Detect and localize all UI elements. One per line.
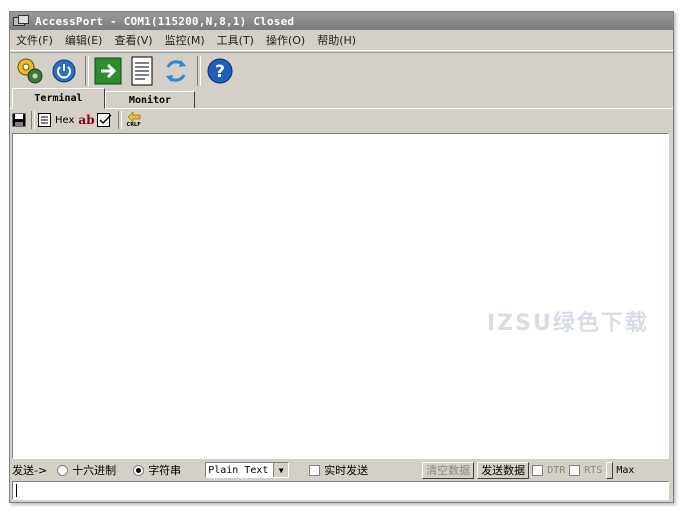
tab-monitor[interactable]: Monitor — [105, 91, 195, 109]
menu-view[interactable]: 查看(V) — [108, 32, 158, 48]
menu-bar: 文件(F) 编辑(E) 查看(V) 监控(M) 工具(T) 操作(O) 帮助(H… — [10, 30, 673, 51]
menu-operate[interactable]: 操作(O) — [260, 32, 311, 48]
realtime-label: 实时发送 — [324, 464, 369, 477]
send-input[interactable] — [12, 481, 669, 500]
arrow-right-icon — [94, 57, 122, 85]
document-icon — [131, 56, 153, 86]
format-select[interactable]: Plain Text ▼ — [205, 462, 290, 478]
clear-data-button[interactable]: 清空数据 — [422, 461, 475, 479]
gears-icon — [17, 58, 43, 84]
send-label: 发送-> — [12, 464, 48, 477]
power-icon — [52, 59, 76, 83]
refresh-icon — [166, 60, 186, 82]
hex-grid-icon — [38, 113, 51, 127]
tab-strip: Terminal Monitor — [10, 88, 673, 109]
menu-file[interactable]: 文件(F) — [10, 32, 59, 48]
menu-help[interactable]: 帮助(H) — [311, 32, 362, 48]
menu-edit[interactable]: 编辑(E) — [59, 32, 109, 48]
edit-check-icon — [96, 113, 112, 127]
title-bar[interactable]: AccessPort - COM1(115200,N,8,1) Closed — [10, 12, 673, 30]
document-button[interactable] — [126, 55, 158, 87]
splitter-handle[interactable] — [606, 461, 614, 479]
crlf-button[interactable]: CRLF — [125, 110, 143, 130]
toolbar-separator — [197, 56, 201, 86]
send-file-button[interactable] — [92, 55, 124, 87]
string-radio-label: 字符串 — [148, 464, 182, 477]
help-icon: ? — [207, 58, 233, 84]
toolbar-separator — [117, 111, 122, 129]
save-button[interactable] — [12, 110, 26, 130]
text-caret — [16, 484, 17, 497]
ab-label: ab — [78, 113, 95, 127]
hex-radio-label: 十六进制 — [72, 464, 117, 477]
crlf-arrow-icon — [127, 112, 140, 122]
hex-label: Hex — [55, 114, 75, 126]
refresh-button[interactable] — [160, 55, 192, 87]
power-button[interactable] — [48, 55, 80, 87]
settings-button[interactable] — [14, 55, 46, 87]
dtr-label: DTR — [547, 464, 566, 476]
max-label: Max — [616, 464, 635, 476]
crlf-label: CRLF — [126, 122, 141, 128]
terminal-output[interactable] — [12, 133, 669, 459]
format-select-value: Plain Text — [208, 464, 269, 476]
save-icon — [12, 113, 26, 127]
watermark: IZSU绿色下载 — [487, 311, 649, 336]
svg-text:?: ? — [215, 62, 225, 82]
main-toolbar: ? — [10, 52, 673, 89]
hex-radio[interactable] — [57, 464, 69, 476]
tab-terminal[interactable]: Terminal — [12, 88, 105, 109]
realtime-checkbox[interactable] — [309, 464, 321, 476]
window-title: AccessPort - COM1(115200,N,8,1) Closed — [35, 14, 295, 28]
send-bar: 发送-> 十六进制 字符串 Plain Text ▼ 实时发送 清空数据 发送数… — [10, 460, 673, 480]
rts-label: RTS — [584, 464, 603, 476]
dtr-checkbox[interactable] — [532, 464, 544, 476]
menu-tools[interactable]: 工具(T) — [211, 32, 260, 48]
app-icon — [13, 15, 29, 27]
help-button[interactable]: ? — [204, 55, 236, 87]
rts-checkbox[interactable] — [569, 464, 581, 476]
menu-monitor[interactable]: 监控(M) — [159, 32, 211, 48]
toolbar-separator — [31, 111, 35, 129]
app-window: AccessPort - COM1(115200,N,8,1) Closed 文… — [9, 11, 674, 503]
edit-toggle-button[interactable] — [96, 110, 113, 130]
string-radio[interactable] — [133, 464, 145, 476]
toolbar-separator — [85, 56, 89, 86]
hex-toggle-button[interactable]: Hex — [38, 110, 74, 130]
ascii-toggle-button[interactable]: ab — [78, 110, 94, 130]
send-data-button[interactable]: 发送数据 — [477, 461, 530, 479]
terminal-toolbar: Hex ab CRLF — [10, 109, 673, 131]
chevron-down-icon[interactable]: ▼ — [273, 463, 289, 477]
